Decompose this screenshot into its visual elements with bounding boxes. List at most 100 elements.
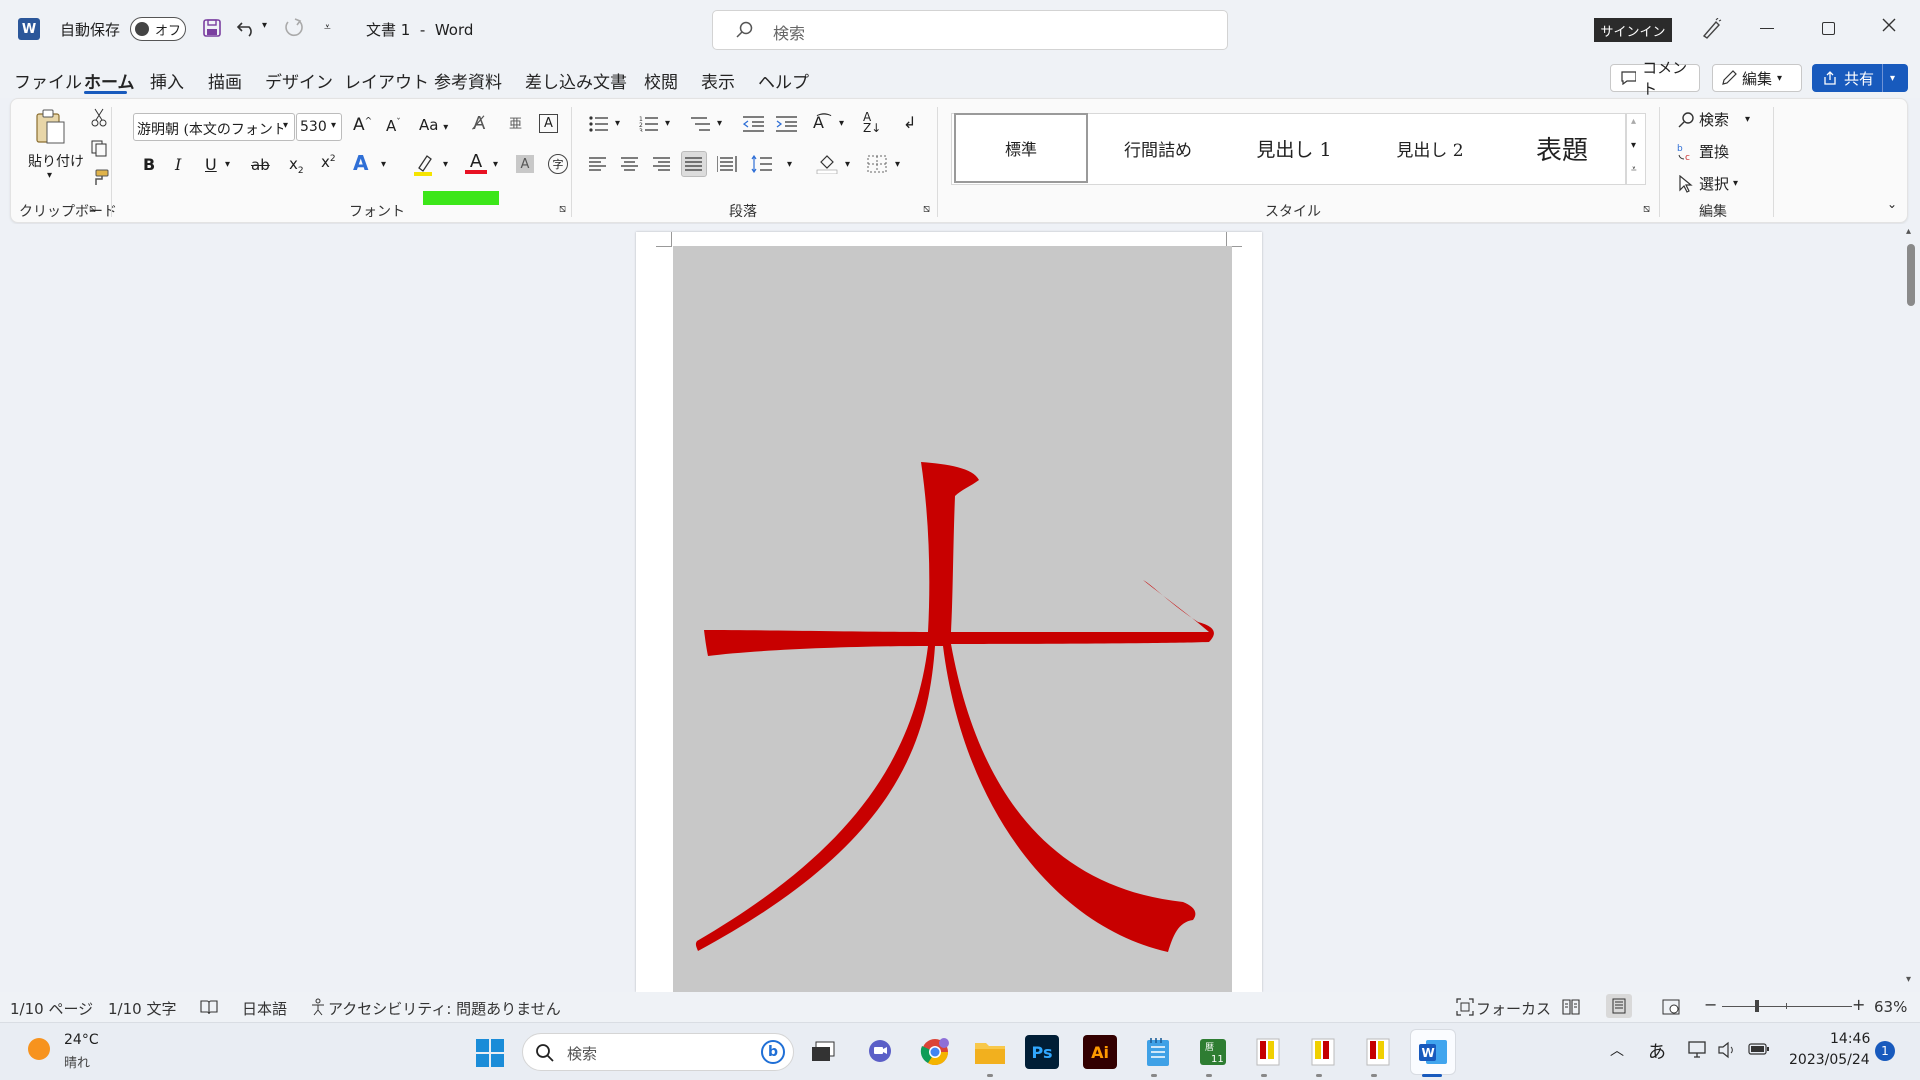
strikethrough-button[interactable]: ab — [251, 156, 270, 174]
show-formatting-icon[interactable]: ↲ — [903, 113, 916, 132]
subscript-button[interactable]: x2 — [289, 155, 304, 176]
paragraph-launcher-icon[interactable]: ⧅ — [923, 202, 930, 216]
weather-sun-icon[interactable] — [28, 1038, 50, 1060]
tab-review[interactable]: 校閲 — [644, 68, 678, 93]
tab-references[interactable]: 参考資料 — [434, 68, 502, 93]
vertical-scrollbar[interactable]: ▴ ▾ — [1906, 226, 1916, 988]
style-heading-2[interactable]: 見出し 2 — [1363, 113, 1497, 183]
grow-font-icon[interactable]: A^ — [353, 115, 372, 135]
weather-condition[interactable]: 晴れ — [64, 1052, 90, 1071]
tab-insert[interactable]: 挿入 — [150, 68, 184, 93]
teams-chat-icon[interactable] — [860, 1032, 900, 1072]
scroll-down-icon[interactable]: ▾ — [1906, 974, 1911, 985]
format-painter-icon[interactable] — [90, 169, 110, 187]
copy-icon[interactable] — [90, 139, 108, 157]
align-right-icon[interactable] — [653, 157, 671, 171]
font-size-dropdown-icon[interactable]: ▾ — [331, 120, 336, 131]
undo-icon[interactable] — [236, 17, 258, 37]
notification-badge[interactable]: 1 — [1875, 1041, 1895, 1061]
superscript-button[interactable]: x2 — [321, 153, 336, 171]
tab-help[interactable]: ヘルプ — [758, 68, 809, 93]
align-center-icon[interactable] — [621, 157, 639, 171]
shading-dropdown-icon[interactable]: ▾ — [845, 159, 850, 170]
title-search-box[interactable]: 検索 — [712, 10, 1228, 50]
jp-app-icon-3[interactable] — [1358, 1032, 1398, 1072]
borders-dropdown-icon[interactable]: ▾ — [895, 159, 900, 170]
style-normal[interactable]: 標準 — [954, 113, 1088, 183]
font-color-icon[interactable]: A — [465, 151, 487, 174]
bold-button[interactable]: B — [143, 155, 155, 174]
autosave-toggle[interactable]: オフ — [130, 17, 186, 41]
underline-dropdown-icon[interactable]: ▾ — [225, 159, 230, 170]
shrink-font-icon[interactable]: Aˇ — [386, 117, 401, 135]
language-indicator[interactable]: 日本語 — [242, 998, 287, 1019]
underline-button[interactable]: U — [205, 155, 217, 174]
tab-home[interactable]: ホーム — [84, 68, 135, 93]
scroll-up-icon[interactable]: ▴ — [1906, 226, 1911, 237]
zoom-in-button[interactable]: + — [1852, 995, 1865, 1014]
share-button[interactable]: 共有 ▾ — [1812, 64, 1908, 92]
numbering-dropdown-icon[interactable]: ▾ — [665, 118, 670, 129]
tab-design[interactable]: デザイン — [265, 68, 333, 93]
style-title[interactable]: 表題 — [1499, 113, 1625, 183]
word-taskbar-icon[interactable]: W — [1410, 1029, 1456, 1075]
battery-icon[interactable] — [1748, 1042, 1770, 1056]
clock-time[interactable]: 14:46 — [1830, 1031, 1870, 1047]
comment-button[interactable]: コメント — [1610, 59, 1700, 98]
justify-button[interactable] — [681, 151, 707, 177]
character-border-icon[interactable]: A — [539, 114, 558, 133]
tab-layout[interactable]: レイアウト — [344, 68, 429, 93]
task-view-icon[interactable] — [803, 1032, 843, 1072]
tab-draw[interactable]: 描画 — [208, 68, 242, 93]
network-icon[interactable] — [1688, 1041, 1708, 1059]
clock-date[interactable]: 2023/05/24 — [1789, 1052, 1870, 1068]
calendar-app-icon[interactable]: 暦 11 — [1193, 1032, 1233, 1072]
distributed-icon[interactable] — [717, 156, 737, 172]
paste-dropdown-icon[interactable]: ▾ — [47, 170, 52, 181]
edit-mode-button[interactable]: 編集 ▾ — [1712, 64, 1802, 92]
paste-icon[interactable] — [31, 107, 69, 147]
signin-button[interactable]: サインイン — [1594, 18, 1672, 42]
font-name-dropdown-icon[interactable]: ▾ — [283, 120, 289, 131]
zoom-level[interactable]: 63% — [1874, 998, 1907, 1016]
phonetic-guide-icon[interactable]: 亜 — [509, 113, 522, 132]
cut-icon[interactable] — [91, 107, 107, 127]
accessibility-status[interactable]: アクセシビリティ: 問題ありません — [328, 998, 561, 1019]
zoom-slider[interactable] — [1722, 1000, 1852, 1012]
clipboard-launcher-icon[interactable]: ⧅ — [89, 202, 96, 216]
jp-app-icon-2[interactable] — [1303, 1032, 1343, 1072]
weather-temperature[interactable]: 24°C — [64, 1032, 99, 1048]
replace-button[interactable]: b c 置換 — [1677, 141, 1729, 162]
bing-icon[interactable]: b — [761, 1040, 785, 1064]
text-box-shape[interactable]: 大 — [673, 246, 1232, 992]
minimize-icon[interactable] — [1760, 28, 1774, 29]
multilevel-list-icon[interactable] — [691, 116, 711, 132]
tab-file[interactable]: ファイル — [14, 68, 82, 93]
tab-view[interactable]: 表示 — [701, 68, 735, 93]
chrome-icon[interactable] — [915, 1032, 955, 1072]
asian-layout-dropdown-icon[interactable]: ▾ — [839, 118, 844, 129]
focus-label[interactable]: フォーカス — [1476, 998, 1551, 1019]
styles-more-icon[interactable]: ⩡ — [1631, 164, 1637, 175]
style-no-spacing[interactable]: 行間詰め — [1091, 113, 1225, 183]
select-button[interactable]: 選択 ▾ — [1677, 173, 1738, 194]
asian-layout-icon[interactable]: A͡ — [813, 113, 824, 132]
restore-icon[interactable] — [1822, 22, 1835, 35]
focus-icon[interactable] — [1456, 998, 1474, 1016]
align-left-icon[interactable] — [589, 157, 607, 171]
collapse-ribbon-icon[interactable]: ⌄ — [1887, 197, 1897, 211]
designer-pen-icon[interactable] — [1700, 18, 1722, 40]
page-count[interactable]: 1/10 ページ — [10, 998, 93, 1019]
bullets-dropdown-icon[interactable]: ▾ — [615, 118, 620, 129]
font-name-select[interactable]: 游明朝 (本文のフォント — [133, 113, 295, 141]
print-layout-button[interactable] — [1606, 994, 1632, 1018]
photoshop-icon[interactable]: Ps — [1025, 1035, 1059, 1069]
zoom-out-button[interactable]: − — [1704, 995, 1717, 1014]
proofing-book-icon[interactable] — [200, 999, 218, 1015]
character-shading-icon[interactable]: A — [516, 155, 534, 173]
word-count[interactable]: 1/10 文字 — [108, 998, 176, 1019]
taskbar-search-box[interactable]: 検索 b — [522, 1033, 794, 1071]
close-icon[interactable] — [1880, 16, 1898, 34]
decrease-indent-icon[interactable] — [743, 116, 765, 132]
highlight-dropdown-icon[interactable]: ▾ — [443, 159, 448, 170]
